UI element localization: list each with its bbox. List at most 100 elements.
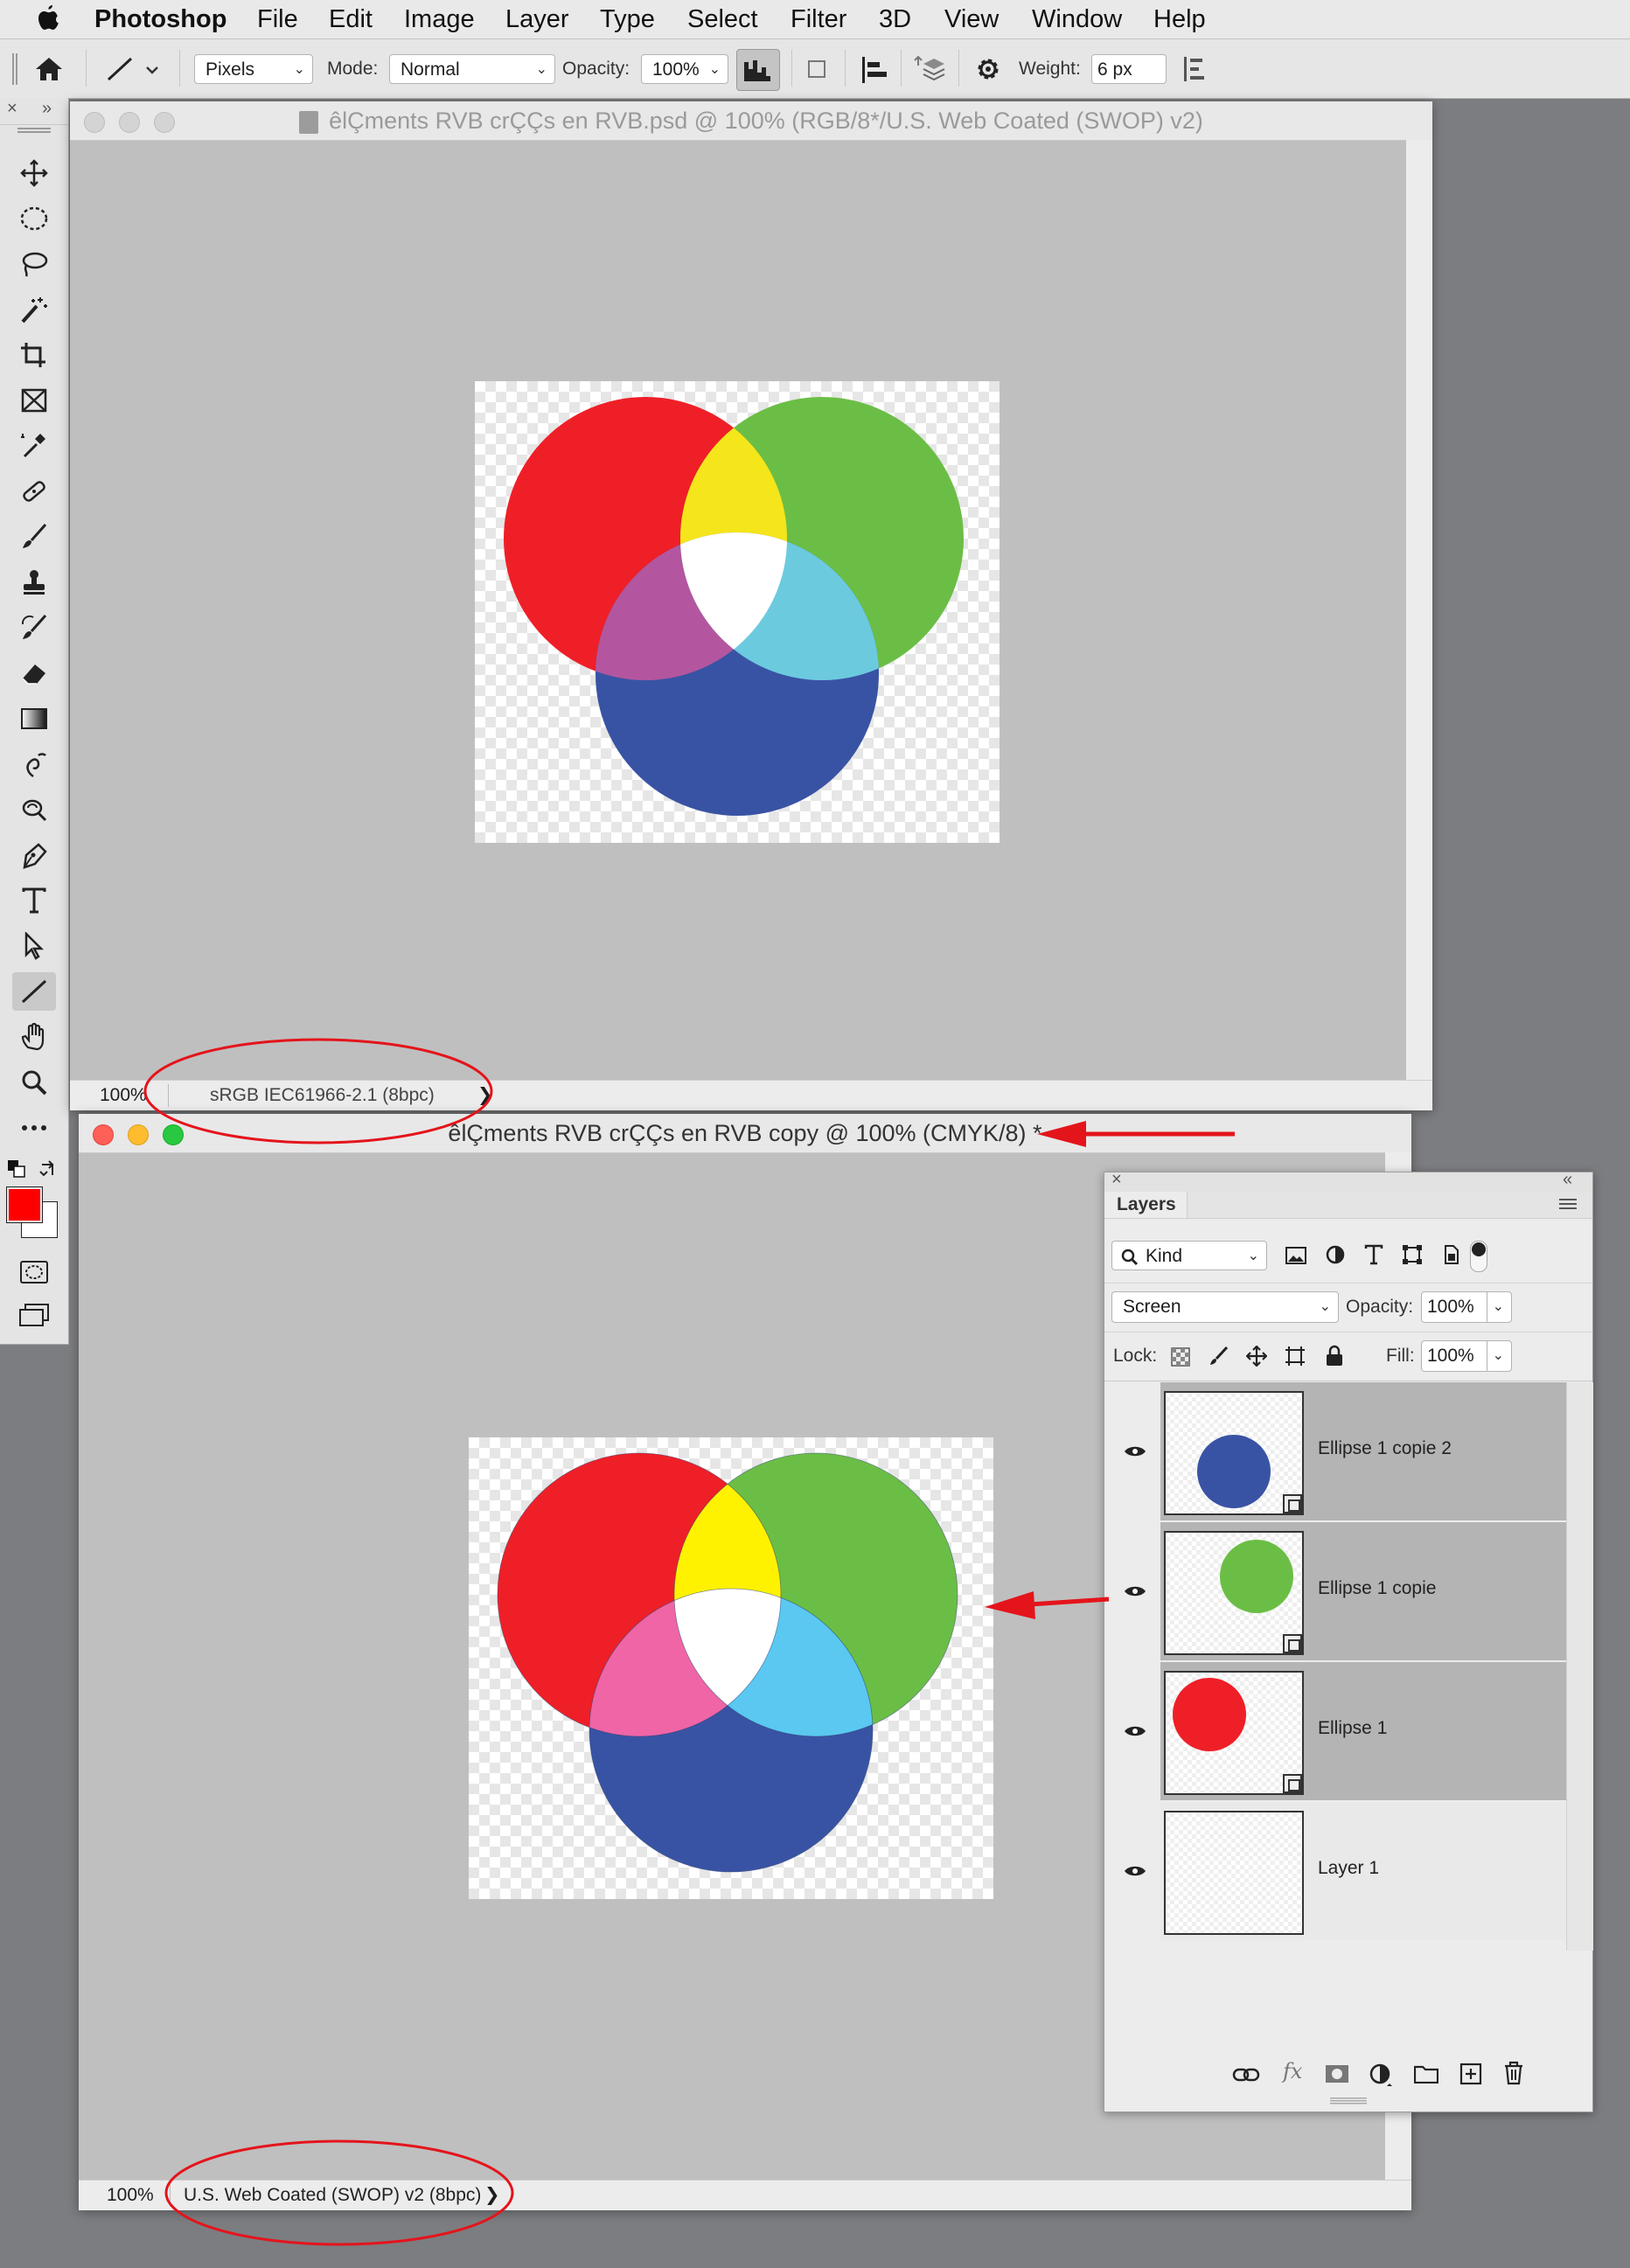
line-tool[interactable] [12, 972, 56, 1011]
foreground-color-swatch[interactable] [6, 1186, 43, 1223]
lock-transparent-pixels-icon[interactable] [1171, 1347, 1190, 1367]
layer-list-scrollbar[interactable] [1566, 1382, 1593, 1951]
new-adjustment-layer-icon[interactable] [1369, 2063, 1395, 2089]
new-group-folder-icon[interactable] [1414, 2064, 1438, 2084]
zoom-level[interactable]: 100% [100, 1081, 147, 1110]
swap-colors-icon[interactable] [38, 1159, 58, 1179]
document-canvas[interactable] [475, 381, 1000, 843]
type-tool[interactable] [12, 881, 56, 920]
smart-object-filter-icon[interactable] [1440, 1244, 1461, 1265]
zoom-level[interactable]: 100% [107, 2181, 154, 2210]
type-layer-filter-icon[interactable] [1363, 1244, 1384, 1265]
eraser-tool[interactable] [12, 654, 56, 692]
default-colors-icon[interactable] [7, 1159, 26, 1179]
path-alignment-icon[interactable] [859, 55, 890, 85]
smudge-tool[interactable] [12, 745, 56, 783]
document-title-bar[interactable]: êlÇments RVB crÇÇs en RVB copy @ 100% (C… [79, 1114, 1411, 1153]
layer-filter-select[interactable]: Kind ⌄ [1111, 1241, 1267, 1270]
menu-layer[interactable]: Layer [505, 4, 569, 34]
document-canvas[interactable] [469, 1437, 993, 1899]
panel-resize-grip-icon[interactable] [1330, 2098, 1367, 2105]
color-profile-info[interactable]: U.S. Web Coated (SWOP) v2 (8bpc) [184, 2181, 481, 2210]
marquee-tool[interactable] [12, 199, 56, 238]
close-window-button[interactable] [84, 112, 105, 133]
layer-name[interactable]: Layer 1 [1318, 1858, 1379, 1879]
visibility-eye-icon[interactable] [1124, 1444, 1146, 1458]
pixel-layer-filter-icon[interactable] [1285, 1246, 1307, 1265]
vertical-scrollbar[interactable] [1406, 140, 1432, 1081]
minimize-window-button[interactable] [119, 112, 140, 133]
clone-stamp-tool[interactable] [12, 563, 56, 602]
tab-layers[interactable]: Layers [1104, 1192, 1188, 1218]
document-title-bar[interactable]: êlÇments RVB crÇÇs en RVB.psd @ 100% (RG… [70, 101, 1432, 141]
lock-position-icon[interactable] [1246, 1346, 1267, 1367]
path-operations-icon[interactable] [805, 57, 831, 83]
lock-artboard-icon[interactable] [1285, 1346, 1306, 1367]
shape-layer-filter-icon[interactable] [1402, 1244, 1423, 1265]
weight-field[interactable]: 6 px [1091, 54, 1167, 84]
menu-app-name[interactable]: Photoshop [94, 4, 226, 34]
menu-filter[interactable]: Filter [791, 4, 846, 34]
layer-row[interactable]: Ellipse 1 copie [1104, 1522, 1566, 1660]
arrowhead-options-icon[interactable] [1182, 55, 1207, 83]
screen-mode-icon[interactable] [17, 1303, 51, 1329]
visibility-eye-icon[interactable] [1124, 1724, 1146, 1738]
zoom-window-button[interactable] [163, 1124, 184, 1145]
eyedropper-tool[interactable] [12, 427, 56, 465]
history-brush-tool[interactable] [12, 609, 56, 647]
menu-type[interactable]: Type [600, 4, 655, 34]
layer-thumbnail[interactable] [1164, 1531, 1304, 1655]
visibility-eye-icon[interactable] [1124, 1864, 1146, 1878]
blend-mode-select[interactable]: Normal ⌄ [389, 54, 555, 84]
anti-alias-toggle[interactable] [736, 49, 780, 91]
panel-menu-icon[interactable] [1559, 1199, 1577, 1213]
tool-mode-select[interactable]: Pixels ⌄ [194, 54, 313, 84]
layer-opacity-field[interactable]: 100% ⌄ [1421, 1291, 1512, 1323]
layer-name[interactable]: Ellipse 1 copie [1318, 1578, 1436, 1599]
zoom-tool[interactable] [12, 1063, 56, 1102]
line-tool-preset-icon[interactable] [105, 55, 161, 83]
close-window-button[interactable] [93, 1124, 114, 1145]
layer-name[interactable]: Ellipse 1 [1318, 1718, 1387, 1739]
link-layers-icon[interactable] [1232, 2066, 1260, 2084]
layer-name[interactable]: Ellipse 1 copie 2 [1318, 1438, 1452, 1459]
layer-thumbnail[interactable] [1164, 1811, 1304, 1935]
gear-icon[interactable] [974, 55, 1002, 83]
layer-effects-icon[interactable]: fx [1283, 2059, 1302, 2084]
layer-thumbnail[interactable] [1164, 1671, 1304, 1795]
status-menu-chevron-icon[interactable]: ❯ [477, 1081, 493, 1110]
lock-image-pixels-icon[interactable] [1208, 1346, 1229, 1367]
lasso-tool[interactable] [12, 245, 56, 283]
grip-icon[interactable] [17, 128, 51, 133]
layer-blend-mode-select[interactable]: Screen ⌄ [1111, 1291, 1339, 1323]
close-icon[interactable]: × [1111, 1170, 1122, 1190]
trash-icon[interactable] [1503, 2061, 1524, 2085]
menu-file[interactable]: File [257, 4, 298, 34]
layer-row[interactable]: Layer 1 [1104, 1802, 1566, 1940]
menu-edit[interactable]: Edit [329, 4, 373, 34]
quick-mask-icon[interactable] [19, 1259, 49, 1285]
minimize-window-button[interactable] [128, 1124, 149, 1145]
opacity-field[interactable]: 100% ⌄ [641, 54, 728, 84]
adjustment-layer-filter-icon[interactable] [1325, 1244, 1346, 1265]
magic-wand-tool[interactable] [12, 290, 56, 329]
menu-select[interactable]: Select [687, 4, 758, 34]
expand-icon[interactable]: » [42, 99, 52, 119]
move-tool[interactable] [12, 154, 56, 192]
menu-view[interactable]: View [944, 4, 999, 34]
menu-window[interactable]: Window [1032, 4, 1122, 34]
panel-header[interactable]: × « [1104, 1170, 1592, 1193]
dodge-tool[interactable] [12, 790, 56, 829]
pen-tool[interactable] [12, 836, 56, 874]
new-layer-icon[interactable] [1459, 2063, 1482, 2085]
frame-tool[interactable] [12, 381, 56, 420]
menu-image[interactable]: Image [404, 4, 475, 34]
fill-field[interactable]: 100% ⌄ [1421, 1340, 1512, 1372]
crop-tool[interactable] [12, 336, 56, 374]
zoom-window-button[interactable] [154, 112, 175, 133]
menu-help[interactable]: Help [1153, 4, 1206, 34]
visibility-eye-icon[interactable] [1124, 1584, 1146, 1598]
collapse-icon[interactable]: « [1563, 1170, 1572, 1190]
add-mask-icon[interactable] [1325, 2064, 1349, 2084]
menu-3d[interactable]: 3D [879, 4, 911, 34]
